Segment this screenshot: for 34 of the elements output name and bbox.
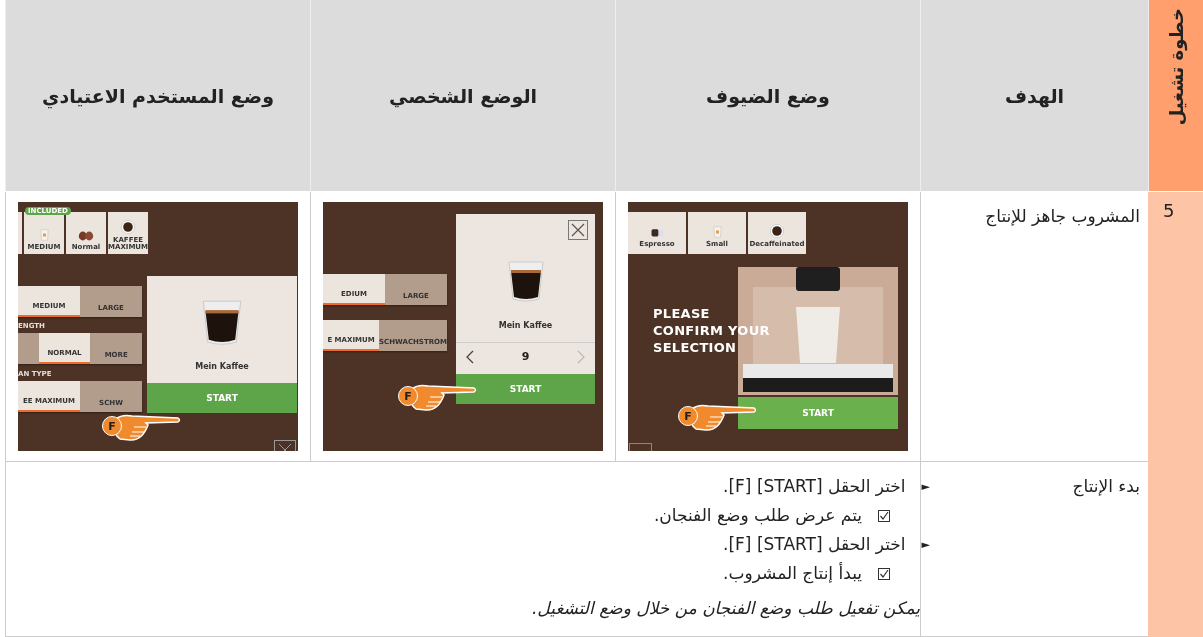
column-header: الهدف [1004,84,1065,107]
ground-coffee-bowl-icon [121,219,135,234]
espresso-cup-icon [649,227,665,239]
coffee-glass-icon [505,259,546,303]
step-marker: ► [921,537,930,553]
goal-text: بدء الإنتاج [1072,476,1140,496]
result-text: يتم عرض طلب وضع الفنجان. [653,504,862,528]
note-text: يمكن تفعيل طلب وضع الفنجان من خلال وضع التشغيل. [531,598,920,618]
step-marker: ► [921,479,930,495]
coffee-glass-icon [200,298,244,347]
step-number: 5 [1162,199,1176,221]
column-header: وضع الضيوف [706,84,830,107]
column-header: وضع المستخدم الاعتيادي [42,84,274,107]
option-tile[interactable] [18,333,39,364]
menu-tile[interactable] [18,212,22,254]
f-badge: F [102,416,122,436]
product-name: Mein Kaffee [195,362,249,371]
chevron-left-icon[interactable] [466,349,474,364]
goal-text: المشروب جاهز للإنتاج [985,206,1140,226]
close-icon[interactable] [568,220,588,240]
result-text: يبدأ إنتاج المشروب. [723,561,862,586]
step-column-header: خطوة تشغيل [1165,8,1187,126]
f-badge: F [678,406,698,426]
f-badge: F [398,386,418,406]
ground-coffee-bowl-icon [770,224,784,239]
glass-icon [39,229,49,242]
coffee-beans-icon [78,231,94,242]
glass-icon [712,226,722,239]
quantity-value: 9 [521,350,530,363]
instruction-text: اختر الحقل [START] [F]. [723,475,906,498]
column-header: الوضع الشخصي [388,84,538,107]
close-icon[interactable] [274,440,296,451]
instruction-text: اختر الحقل [START] [F]. [723,533,906,556]
product-name: Mein Kaffee [498,321,553,330]
